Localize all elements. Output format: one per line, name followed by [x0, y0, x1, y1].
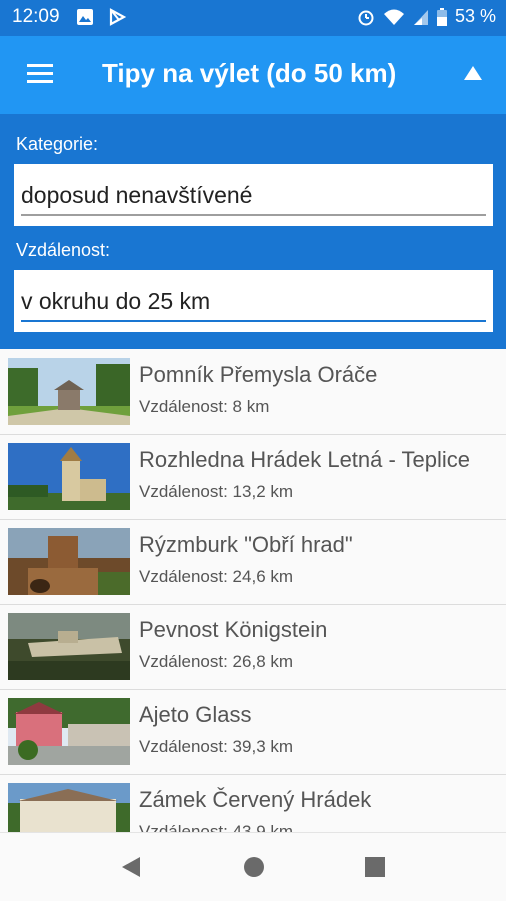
list-item[interactable]: Rýzmburk "Obří hrad" Vzdálenost: 24,6 km	[0, 519, 506, 605]
trip-list[interactable]: Pomník Přemysla Oráče Vzdálenost: 8 km R…	[0, 349, 506, 832]
trip-name: Ajeto Glass	[139, 702, 252, 727]
signal-icon	[413, 9, 428, 25]
menu-icon[interactable]	[27, 64, 53, 84]
filter-panel: Kategorie: doposud nenavštívené Vzdáleno…	[0, 114, 506, 349]
recents-square-icon[interactable]	[364, 855, 386, 879]
page-title: Tipy na výlet (do 50 km)	[102, 58, 397, 88]
distance-select[interactable]: v okruhu do 25 km	[14, 270, 493, 332]
trip-name: Rýzmburk "Obří hrad"	[139, 532, 353, 557]
trip-distance: Vzdálenost: 24,6 km	[139, 567, 294, 586]
trip-thumbnail	[8, 698, 130, 765]
trip-name: Pomník Přemysla Oráče	[139, 362, 378, 387]
trip-distance: Vzdálenost: 43,9 km	[139, 822, 294, 832]
trip-name: Zámek Červený Hrádek	[139, 787, 372, 812]
trip-distance: Vzdálenost: 39,3 km	[139, 737, 294, 756]
trip-distance: Vzdálenost: 8 km	[139, 397, 270, 416]
collapse-triangle-icon[interactable]	[463, 64, 483, 82]
trip-name: Rozhledna Hrádek Letná - Teplice	[139, 447, 471, 472]
home-circle-icon[interactable]	[243, 855, 265, 879]
trip-thumbnail	[8, 783, 130, 832]
category-select[interactable]: doposud nenavštívené	[14, 164, 493, 226]
category-underline	[21, 214, 486, 216]
system-navigation-bar	[0, 832, 506, 901]
trip-thumbnail	[8, 528, 130, 595]
trip-distance: Vzdálenost: 26,8 km	[139, 652, 294, 671]
trip-thumbnail	[8, 443, 130, 510]
status-right: 53 %	[357, 6, 496, 27]
category-value: doposud nenavštívené	[21, 182, 253, 208]
distance-value: v okruhu do 25 km	[21, 288, 211, 314]
list-item[interactable]: Pomník Přemysla Oráče Vzdálenost: 8 km	[0, 349, 506, 435]
battery-percentage: 53 %	[454, 6, 496, 26]
list-item[interactable]: Pevnost Königstein Vzdálenost: 26,8 km	[0, 604, 506, 690]
wifi-icon	[383, 9, 404, 25]
category-label: Kategorie:	[16, 134, 99, 154]
distance-label: Vzdálenost:	[16, 240, 111, 260]
battery-icon	[436, 7, 447, 26]
trip-distance: Vzdálenost: 13,2 km	[139, 482, 294, 501]
trip-name: Pevnost Königstein	[139, 617, 328, 642]
trip-thumbnail	[8, 613, 130, 680]
status-time: 12:09	[12, 6, 60, 27]
image-notification-icon	[77, 9, 93, 25]
alarm-icon	[358, 10, 374, 25]
play-store-notification-icon	[109, 8, 126, 26]
list-item[interactable]: Rozhledna Hrádek Letná - Teplice Vzdálen…	[0, 434, 506, 520]
app-bar: Tipy na výlet (do 50 km)	[0, 36, 506, 114]
trip-thumbnail	[8, 358, 130, 425]
list-item[interactable]: Ajeto Glass Vzdálenost: 39,3 km	[0, 689, 506, 775]
distance-underline	[21, 320, 486, 322]
list-item[interactable]: Zámek Červený Hrádek Vzdálenost: 43,9 km	[0, 774, 506, 832]
back-triangle-icon[interactable]	[120, 855, 142, 879]
status-bar: 12:09 53 %	[0, 0, 506, 36]
